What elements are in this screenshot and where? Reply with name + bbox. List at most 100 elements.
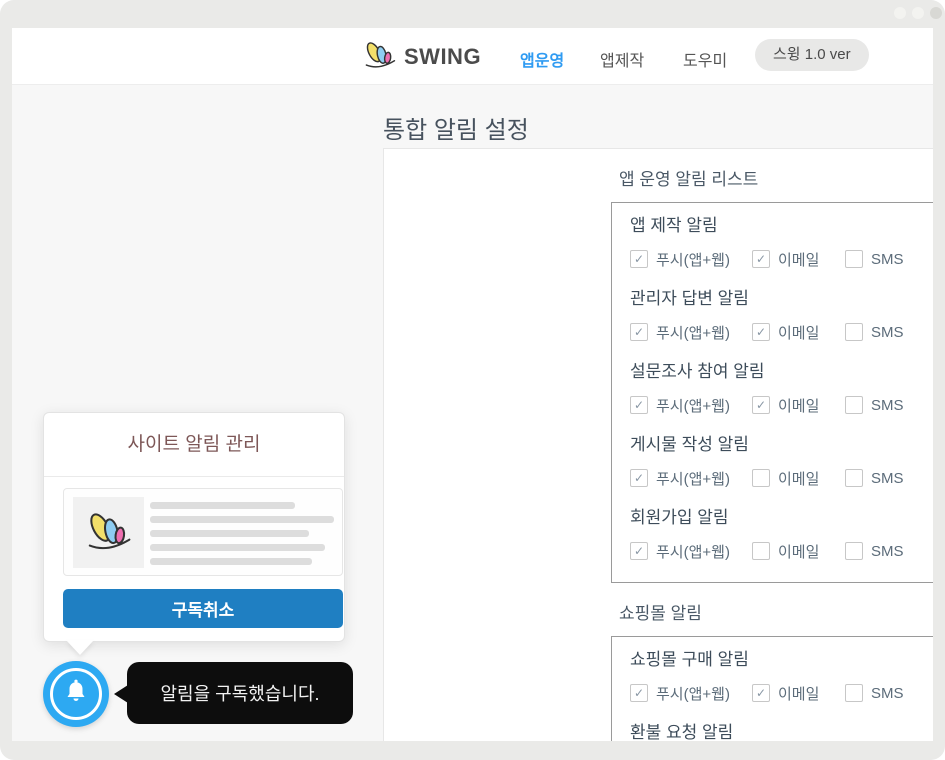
brand[interactable]: SWING (363, 39, 481, 74)
page-title: 통합 알림 설정 (383, 110, 529, 145)
checkbox-row: ✓ 푸시(앱+웹) ✓ 이메일 SMS (630, 322, 933, 342)
toast-message: 알림을 구독했습니다. (160, 680, 319, 706)
checkbox-option[interactable]: ✓ 푸시(앱+웹) (630, 468, 752, 489)
skeleton-line (150, 502, 295, 509)
nav-item-0[interactable]: 앱운영 (520, 47, 564, 71)
bell-icon (61, 677, 91, 712)
section-heading-1: 쇼핑몰 알림 (619, 603, 933, 624)
skeleton-line (150, 530, 309, 537)
checkbox[interactable] (845, 542, 863, 560)
checkbox-label: 이메일 (778, 468, 819, 489)
checkbox-option[interactable]: SMS (845, 250, 904, 268)
checkbox-row: ✓ 푸시(앱+웹) ✓ 이메일 SMS (630, 395, 933, 415)
browser-window-frame: SWING 앱운영 앱제작 도우미 스윙 1.0 ver 통합 알림 설정 앱 운영… (0, 0, 945, 760)
checkbox-row: ✓푸시(앱+웹)✓ 이메일 SMS (630, 683, 933, 703)
checkbox-label: 푸시(앱+웹) (656, 249, 730, 270)
checkbox-option[interactable]: ✓ 이메일 (752, 683, 845, 704)
skeleton-line (150, 516, 334, 523)
notification-group-title: 앱 제작 알림 (630, 215, 933, 236)
checkbox-label: 이메일 (778, 683, 819, 704)
version-badge[interactable]: 스윙 1.0 ver (755, 39, 869, 71)
checkbox-row: ✓ 푸시(앱+웹) 이메일 SMS (630, 541, 933, 561)
checkbox[interactable]: ✓ (630, 250, 648, 268)
checkbox-label: 푸시(앱+웹) (656, 395, 730, 416)
window-control-dot (894, 7, 906, 19)
notification-group-title: 게시물 작성 알림 (630, 434, 933, 455)
checkbox[interactable] (845, 684, 863, 702)
checkbox[interactable] (845, 396, 863, 414)
checkbox[interactable]: ✓ (630, 542, 648, 560)
checkbox-label: SMS (871, 251, 904, 268)
checkbox[interactable]: ✓ (630, 323, 648, 341)
notification-group-box-0: 앱 제작 알림✓푸시(앱+웹)✓이메일SMS관리자 답변 알림✓푸시(앱+웹)✓… (611, 202, 933, 583)
notification-bell-button[interactable] (43, 661, 109, 727)
checkbox[interactable] (752, 542, 770, 560)
swing-logo-icon (363, 39, 397, 74)
checkbox-option[interactable]: ✓푸시(앱+웹) (630, 683, 752, 704)
checkbox-option[interactable]: SMS (845, 542, 904, 560)
window-control-dot (930, 7, 942, 19)
checkbox[interactable] (845, 323, 863, 341)
notification-sections: 앱 운영 알림 리스트앱 제작 알림✓푸시(앱+웹)✓이메일SMS관리자 답변 … (611, 149, 933, 741)
nav-item-1[interactable]: 앱제작 (600, 47, 644, 71)
notification-group-title: 관리자 답변 알림 (630, 288, 933, 309)
checkbox-label: 이메일 (778, 322, 819, 343)
checkbox-option[interactable]: 이메일 (752, 468, 845, 489)
checkbox-label: 이메일 (778, 395, 819, 416)
skeleton-line (150, 544, 325, 551)
checkbox-option[interactable]: ✓이메일 (752, 249, 845, 270)
bell-ring (50, 668, 102, 720)
checkbox-option[interactable]: SMS (845, 396, 904, 414)
checkbox-option[interactable]: ✓ 푸시(앱+웹) (630, 541, 752, 562)
notification-preview-card (63, 488, 343, 576)
checkbox-label: 푸시(앱+웹) (656, 322, 730, 343)
checkbox-label: SMS (871, 324, 904, 341)
checkbox-option[interactable]: ✓ 푸시(앱+웹) (630, 395, 752, 416)
checkbox-label: SMS (871, 470, 904, 487)
swing-logo-icon (85, 509, 133, 556)
notification-group-title: 설문조사 참여 알림 (630, 361, 933, 382)
unsubscribe-button[interactable]: 구독취소 (63, 589, 343, 628)
notification-settings-panel: 앱 운영 알림 리스트앱 제작 알림✓푸시(앱+웹)✓이메일SMS관리자 답변 … (383, 148, 933, 741)
skeleton-line (150, 558, 312, 565)
subscription-toast: 알림을 구독했습니다. (127, 662, 353, 724)
checkbox[interactable]: ✓ (752, 323, 770, 341)
checkbox-option[interactable]: ✓ 푸시(앱+웹) (630, 322, 752, 343)
preview-thumbnail (73, 497, 144, 568)
checkbox-option[interactable]: SMS (845, 469, 904, 487)
notification-group-title: 쇼핑몰 구매 알림 (630, 649, 933, 670)
brand-name: SWING (404, 44, 481, 70)
notification-group-title: 회원가입 알림 (630, 507, 933, 528)
checkbox-label: SMS (871, 685, 904, 702)
window-control-dot (912, 7, 924, 19)
notification-group-title: 환불 요청 알림 (630, 722, 933, 741)
checkbox-option[interactable]: SMS (845, 323, 904, 341)
site-header: SWING 앱운영 앱제작 도우미 스윙 1.0 ver (12, 28, 933, 85)
notification-group-box-1: 쇼핑몰 구매 알림 ✓푸시(앱+웹)✓ 이메일 SMS 환불 요청 알림 (611, 636, 933, 741)
checkbox[interactable] (752, 469, 770, 487)
checkbox-option[interactable]: ✓ 푸시(앱+웹) (630, 249, 752, 270)
checkbox-option[interactable]: ✓ 이메일 (752, 395, 845, 416)
checkbox[interactable]: ✓ (630, 684, 648, 702)
toast-tail (114, 685, 128, 703)
checkbox[interactable]: ✓ (752, 250, 770, 268)
checkbox-option[interactable]: 이메일 (752, 541, 845, 562)
checkbox[interactable]: ✓ (752, 396, 770, 414)
window-controls (894, 7, 942, 19)
checkbox[interactable]: ✓ (630, 396, 648, 414)
checkbox-option[interactable]: SMS (845, 684, 904, 702)
checkbox-label: 이메일 (778, 541, 819, 562)
section-heading-0: 앱 운영 알림 리스트 (619, 169, 933, 190)
checkbox-option[interactable]: ✓ 이메일 (752, 322, 845, 343)
checkbox[interactable] (845, 250, 863, 268)
page: SWING 앱운영 앱제작 도우미 스윙 1.0 ver 통합 알림 설정 앱 운영… (12, 28, 933, 741)
nav-item-2[interactable]: 도우미 (683, 47, 727, 71)
checkbox[interactable] (845, 469, 863, 487)
checkbox[interactable]: ✓ (752, 684, 770, 702)
checkbox-label: 푸시(앱+웹) (656, 468, 730, 489)
checkbox-label: SMS (871, 397, 904, 414)
checkbox-row: ✓ 푸시(앱+웹) ✓이메일 SMS (630, 249, 933, 269)
checkbox[interactable]: ✓ (630, 469, 648, 487)
checkbox-label: SMS (871, 543, 904, 560)
checkbox-label: 푸시(앱+웹) (656, 541, 730, 562)
